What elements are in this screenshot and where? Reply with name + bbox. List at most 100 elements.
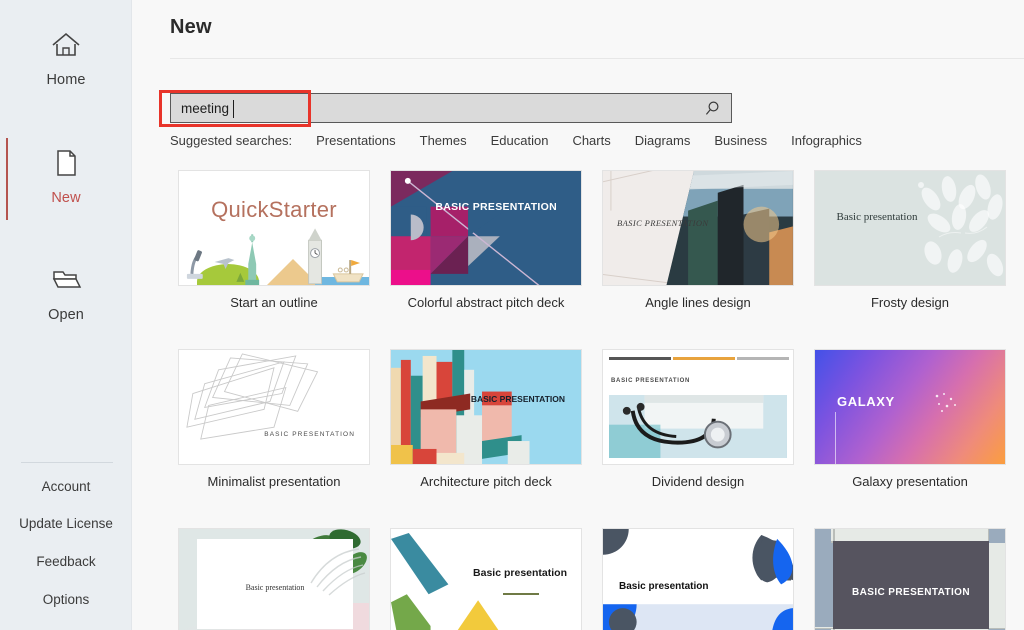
preview-title: BASIC PRESENTATION xyxy=(852,587,970,598)
title-underline xyxy=(503,593,539,595)
template-thumbnail-architecture-pitch-deck[interactable]: BASIC PRESENTATION xyxy=(390,349,582,465)
grid-row-gap xyxy=(170,489,378,528)
sidebar-item-open[interactable]: Open xyxy=(0,260,132,323)
template-thumbnail-dividend-design[interactable]: BASIC PRESENTATION xyxy=(602,349,794,465)
accent-bar xyxy=(673,357,735,360)
template-card[interactable]: Basic presentation Universal presentatio… xyxy=(594,528,802,630)
suggested-link-business[interactable]: Business xyxy=(714,133,767,148)
corner-accent xyxy=(815,529,831,543)
template-thumbnail-angle-lines-design[interactable]: BASIC PRESENTATION xyxy=(602,170,794,286)
sidebar: Home New Open Account Update License Fee… xyxy=(0,0,132,630)
preview-title: Basic presentation xyxy=(836,211,918,223)
page-title: New xyxy=(170,16,212,38)
accent-bar xyxy=(609,357,671,360)
grid-row-gap xyxy=(382,489,590,528)
template-thumbnail-colorful-abstract-pitch-deck[interactable]: BASIC PRESENTATION xyxy=(390,170,582,286)
stethoscope-photo xyxy=(609,395,787,458)
grid-row-gap xyxy=(594,489,802,528)
suggested-link-infographics[interactable]: Infographics xyxy=(791,133,862,148)
suggested-link-diagrams[interactable]: Diagrams xyxy=(635,133,691,148)
template-thumbnail-business-plan-presentation[interactable]: Basic presentation xyxy=(178,528,370,630)
suggested-searches-label: Suggested searches: xyxy=(170,133,293,148)
sidebar-link-feedback[interactable]: Feedback xyxy=(0,554,132,569)
open-folder-icon xyxy=(52,271,82,288)
suggested-link-presentations[interactable]: Presentations xyxy=(316,133,396,148)
suggested-link-themes[interactable]: Themes xyxy=(420,133,467,148)
template-card[interactable]: BASIC PRESENTATION Architecture pitch de… xyxy=(382,349,590,489)
preview-title: Basic presentation xyxy=(245,583,305,592)
grid-row-gap xyxy=(806,489,1014,528)
template-name: Start an outline xyxy=(230,295,318,310)
template-card[interactable]: Basic presentation Business plan present… xyxy=(170,528,378,630)
template-card[interactable]: BASIC PRESENTATION Colorful abstract pit… xyxy=(382,170,590,310)
preview-title: BASIC PRESENTATION xyxy=(264,431,355,438)
grid-row-gap xyxy=(594,310,802,349)
search-input[interactable] xyxy=(171,94,671,122)
template-thumbnail-shoji-design[interactable]: BASIC PRESENTATION xyxy=(814,528,1006,630)
text-caret xyxy=(233,100,234,118)
sidebar-item-label: Open xyxy=(48,307,84,323)
abstract-shapes xyxy=(391,171,540,285)
home-icon xyxy=(52,32,80,56)
search-box[interactable] xyxy=(170,93,732,123)
content-card: Basic presentation xyxy=(197,539,366,629)
suggested-searches: Suggested searches: Presentations Themes… xyxy=(170,133,886,148)
new-document-icon xyxy=(57,150,76,176)
template-name: Angle lines design xyxy=(645,295,751,310)
template-grid: QuickStarter Start an outline BASIC PRES… xyxy=(170,170,1024,630)
preview-title: BASIC PRESENTATION xyxy=(617,218,709,228)
sidebar-item-home[interactable]: Home xyxy=(0,25,132,88)
template-thumbnail-universal-presentation[interactable]: Basic presentation xyxy=(602,528,794,630)
sidebar-divider xyxy=(21,462,113,463)
preview-title: Basic presentation xyxy=(473,567,567,579)
sparkle-dots xyxy=(935,393,956,412)
sidebar-item-label: Home xyxy=(46,72,86,88)
sidebar-link-account[interactable]: Account xyxy=(0,479,132,494)
architecture-blocks xyxy=(391,350,530,464)
template-name: Minimalist presentation xyxy=(207,474,341,489)
suggested-link-education[interactable]: Education xyxy=(491,133,549,148)
template-card[interactable]: BASIC PRESENTATION Angle lines design xyxy=(594,170,802,310)
template-thumbnail-minimalist-presentation[interactable]: BASIC PRESENTATION xyxy=(178,349,370,465)
grid-row-gap xyxy=(170,310,378,349)
corner-accent xyxy=(989,529,1005,543)
leaf-watermark xyxy=(310,548,366,596)
preview-title: BASIC PRESENTATION xyxy=(470,394,565,404)
template-name: Dividend design xyxy=(651,474,745,489)
suggested-link-charts[interactable]: Charts xyxy=(572,133,610,148)
grid-row-gap xyxy=(806,310,1014,349)
template-name: Frosty design xyxy=(870,295,950,310)
search-icon[interactable] xyxy=(703,100,721,118)
preview-title: GALAXY xyxy=(837,394,895,409)
preview-title: BASIC PRESENTATION xyxy=(435,201,557,213)
leaf-pattern xyxy=(918,174,1004,277)
template-card[interactable]: BASIC PRESENTATION Dividend design xyxy=(594,349,802,489)
template-card[interactable]: BASIC PRESENTATION Shoji design xyxy=(806,528,1014,630)
accent-rule xyxy=(835,412,836,464)
grid-row-gap xyxy=(382,310,590,349)
template-card[interactable]: Basic presentation Geometric annual pres… xyxy=(382,528,590,630)
template-card[interactable]: Basic presentation Frosty design xyxy=(806,170,1014,310)
template-card[interactable]: GALAXY Galaxy presentation xyxy=(806,349,1014,489)
template-card[interactable]: QuickStarter Start an outline xyxy=(170,170,378,310)
template-thumbnail-galaxy-presentation[interactable]: GALAXY xyxy=(814,349,1006,465)
accent-bar xyxy=(737,357,789,360)
main-content: New Suggested searches: Presentations Th… xyxy=(132,0,1024,630)
template-name: Colorful abstract pitch deck xyxy=(407,295,565,310)
search-bar[interactable] xyxy=(170,93,732,123)
template-thumbnail-frosty-design[interactable]: Basic presentation xyxy=(814,170,1006,286)
preview-title: BASIC PRESENTATION xyxy=(611,378,691,384)
sidebar-item-new[interactable]: New xyxy=(0,143,132,206)
preview-title: Basic presentation xyxy=(619,581,709,592)
template-thumbnail-geometric-annual-presentation[interactable]: Basic presentation xyxy=(390,528,582,630)
petal-shapes xyxy=(603,529,793,630)
sidebar-link-update-license[interactable]: Update License xyxy=(0,516,132,531)
template-name: Galaxy presentation xyxy=(852,474,968,489)
template-card[interactable]: BASIC PRESENTATION Minimalist presentati… xyxy=(170,349,378,489)
wireframe-lines xyxy=(186,353,319,440)
template-thumbnail-start-an-outline[interactable]: QuickStarter xyxy=(178,170,370,286)
title-divider xyxy=(170,58,1024,59)
backstage-new-screen: Home New Open Account Update License Fee… xyxy=(0,0,1024,630)
sidebar-item-label: New xyxy=(51,190,81,206)
sidebar-link-options[interactable]: Options xyxy=(0,592,132,607)
